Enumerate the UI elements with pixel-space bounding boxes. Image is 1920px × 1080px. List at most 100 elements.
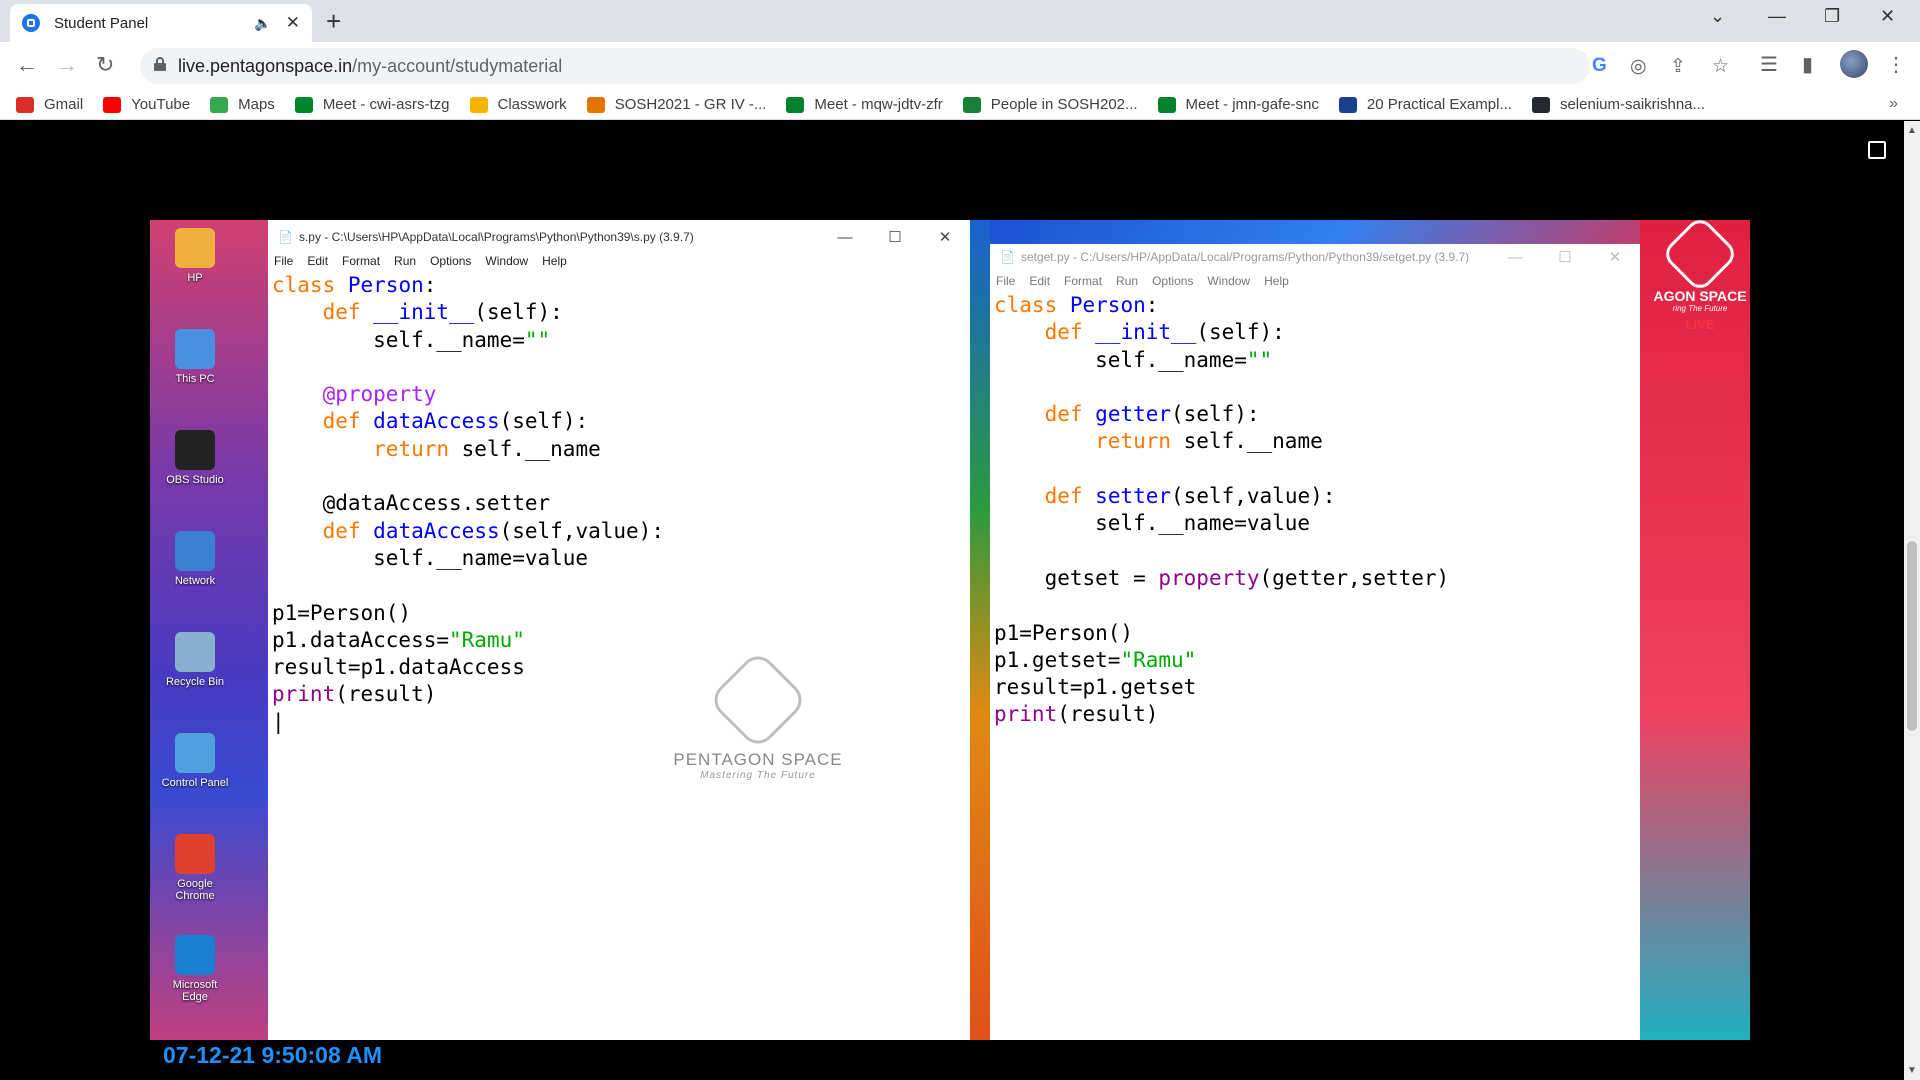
pentagon-logo-icon — [1660, 220, 1740, 294]
bookmark-star-icon[interactable]: ☆ — [1712, 55, 1729, 78]
menu-bar: File Edit Format Run Options Window Help — [990, 270, 1640, 292]
bookmark-label: Meet - mqw-jdtv-zfr — [814, 96, 943, 113]
eye-off-icon[interactable]: ◎ — [1630, 55, 1647, 78]
close-icon[interactable]: ✕ — [920, 228, 970, 246]
idle-window-left: 📄 s.py - C:\Users\HP\AppData\Local\Progr… — [268, 224, 970, 1040]
bookmark-label: Maps — [238, 96, 275, 113]
minimize-button[interactable]: — — [1768, 6, 1786, 27]
media-control-icon[interactable]: ☰ — [1760, 52, 1778, 77]
classroom-icon — [962, 96, 981, 113]
youtube-icon — [103, 96, 122, 113]
app-icon — [175, 935, 215, 975]
app-icon — [175, 733, 215, 773]
menu-options[interactable]: Options — [1152, 274, 1193, 288]
side-panel-icon[interactable]: ▮ — [1802, 52, 1813, 77]
menu-format[interactable]: Format — [342, 254, 380, 268]
page-scrollbar[interactable]: ▲ ▼ — [1904, 121, 1920, 1080]
bookmark-item[interactable]: Meet - jmn-gafe-snc — [1157, 96, 1319, 113]
bookmark-item[interactable]: YouTube — [103, 96, 190, 113]
desktop-icon[interactable]: Control Panel — [160, 733, 230, 789]
reload-icon[interactable]: ↻ — [96, 52, 114, 78]
menu-help[interactable]: Help — [542, 254, 567, 268]
desktop-icon[interactable]: Network — [160, 531, 230, 587]
app-icon — [175, 531, 215, 571]
bookmark-label: Classwork — [497, 96, 567, 113]
bookmark-item[interactable]: selenium-saikrishna... — [1531, 96, 1706, 113]
speaker-icon[interactable]: 🔈 — [254, 15, 271, 32]
back-icon[interactable]: ← — [16, 52, 38, 78]
tab-student-panel[interactable]: Student Panel 🔈 ✕ — [10, 4, 312, 42]
desktop-icon[interactable]: OBS Studio — [160, 430, 230, 486]
bookmark-item[interactable]: People in SOSH202... — [962, 96, 1138, 113]
pentagon-logo-icon — [707, 649, 809, 751]
bookmark-item[interactable]: SOSH2021 - GR IV -... — [586, 96, 766, 113]
desktop-icon[interactable]: Google Chrome — [160, 834, 230, 902]
restore-button[interactable]: ❐ — [1824, 6, 1840, 27]
lecture-video[interactable]: HP This PC OBS Studio Network Recycle Bin Con… — [150, 220, 1750, 1040]
menu-bar: File Edit Format Run Options Window Help — [268, 250, 970, 272]
menu-file[interactable]: File — [996, 274, 1015, 288]
app-icon — [175, 430, 215, 470]
watermark-tagline: Mastering The Future — [700, 770, 816, 781]
address-bar[interactable]: live.pentagonspace.in/my-account/studyma… — [140, 48, 1729, 84]
menu-edit[interactable]: Edit — [1029, 274, 1050, 288]
meet-icon — [294, 96, 313, 113]
maximize-icon[interactable]: ☐ — [1540, 248, 1590, 266]
bookmark-item[interactable]: 20 Practical Exampl... — [1338, 96, 1512, 113]
more-bookmarks-icon[interactable]: » — [1889, 95, 1898, 113]
tab-title: Student Panel — [54, 14, 149, 32]
close-icon[interactable]: ✕ — [1590, 248, 1640, 266]
desktop-icon-label: Google Chrome — [175, 878, 215, 902]
profile-avatar[interactable] — [1840, 50, 1868, 78]
bookmark-item[interactable]: Gmail — [16, 96, 83, 113]
google-translate-icon[interactable]: G — [1592, 55, 1607, 77]
desktop-icon[interactable]: Recycle Bin — [160, 632, 230, 688]
url-text[interactable]: live.pentagonspace.in/my-account/studyma… — [178, 56, 562, 77]
bookmark-label: Meet - cwi-asrs-tzg — [322, 96, 450, 113]
desktop-icon[interactable]: HP — [160, 228, 230, 284]
menu-file[interactable]: File — [274, 254, 293, 268]
code-editor[interactable]: class Person: def __init__(self): self._… — [990, 292, 1640, 729]
desktop-icon[interactable]: This PC — [160, 329, 230, 385]
app-icon — [175, 834, 215, 874]
browser-toolbar: ← → ↻ live.pentagonspace.in/my-account/s… — [0, 42, 1920, 90]
scroll-down-icon[interactable]: ▼ — [1907, 1065, 1917, 1076]
bookmark-label: selenium-saikrishna... — [1559, 96, 1706, 113]
scrollbar-thumb[interactable] — [1907, 541, 1917, 731]
menu-edit[interactable]: Edit — [307, 254, 328, 268]
bookmark-item[interactable]: Classwork — [469, 96, 567, 113]
app-icon — [175, 632, 215, 672]
menu-format[interactable]: Format — [1064, 274, 1102, 288]
app-icon — [175, 228, 215, 268]
bookmark-label: 20 Practical Exampl... — [1366, 96, 1512, 113]
bookmark-label: Gmail — [44, 96, 84, 113]
window-title: s.py - C:\Users\HP\AppData\Local\Program… — [298, 230, 694, 244]
python-file-icon: 📄 — [1000, 250, 1015, 264]
bookmarks-bar: Gmail YouTube Maps Meet - cwi-asrs-tzg Class… — [0, 90, 1920, 120]
new-tab-button[interactable]: + — [326, 6, 341, 37]
bookmark-item[interactable]: Maps — [210, 96, 275, 113]
menu-window[interactable]: Window — [485, 254, 528, 268]
forward-icon[interactable]: → — [56, 52, 78, 78]
maximize-icon[interactable]: ☐ — [870, 228, 920, 246]
tab-search-icon[interactable]: ⌄ — [1710, 6, 1725, 27]
video-stage: HP This PC OBS Studio Network Recycle Bin Con… — [0, 121, 1920, 1080]
menu-options[interactable]: Options — [430, 254, 471, 268]
desktop-icon[interactable]: Microsoft Edge — [160, 935, 230, 1003]
bookmark-item[interactable]: Meet - mqw-jdtv-zfr — [786, 96, 943, 113]
fullscreen-icon[interactable] — [1868, 141, 1886, 159]
menu-run[interactable]: Run — [1116, 274, 1138, 288]
share-icon[interactable]: ⇪ — [1670, 55, 1686, 78]
close-window-button[interactable]: ✕ — [1880, 6, 1895, 27]
minimize-icon[interactable]: — — [820, 229, 870, 246]
close-tab-icon[interactable]: ✕ — [286, 13, 300, 33]
minimize-icon[interactable]: — — [1490, 249, 1540, 266]
bookmark-item[interactable]: Meet - cwi-asrs-tzg — [294, 96, 450, 113]
lock-icon[interactable] — [154, 57, 166, 71]
menu-window[interactable]: Window — [1207, 274, 1250, 288]
menu-run[interactable]: Run — [394, 254, 416, 268]
scroll-up-icon[interactable]: ▲ — [1907, 125, 1917, 136]
menu-kebab-icon[interactable]: ⋮ — [1886, 52, 1906, 77]
menu-help[interactable]: Help — [1264, 274, 1289, 288]
python-file-icon: 📄 — [278, 230, 293, 244]
